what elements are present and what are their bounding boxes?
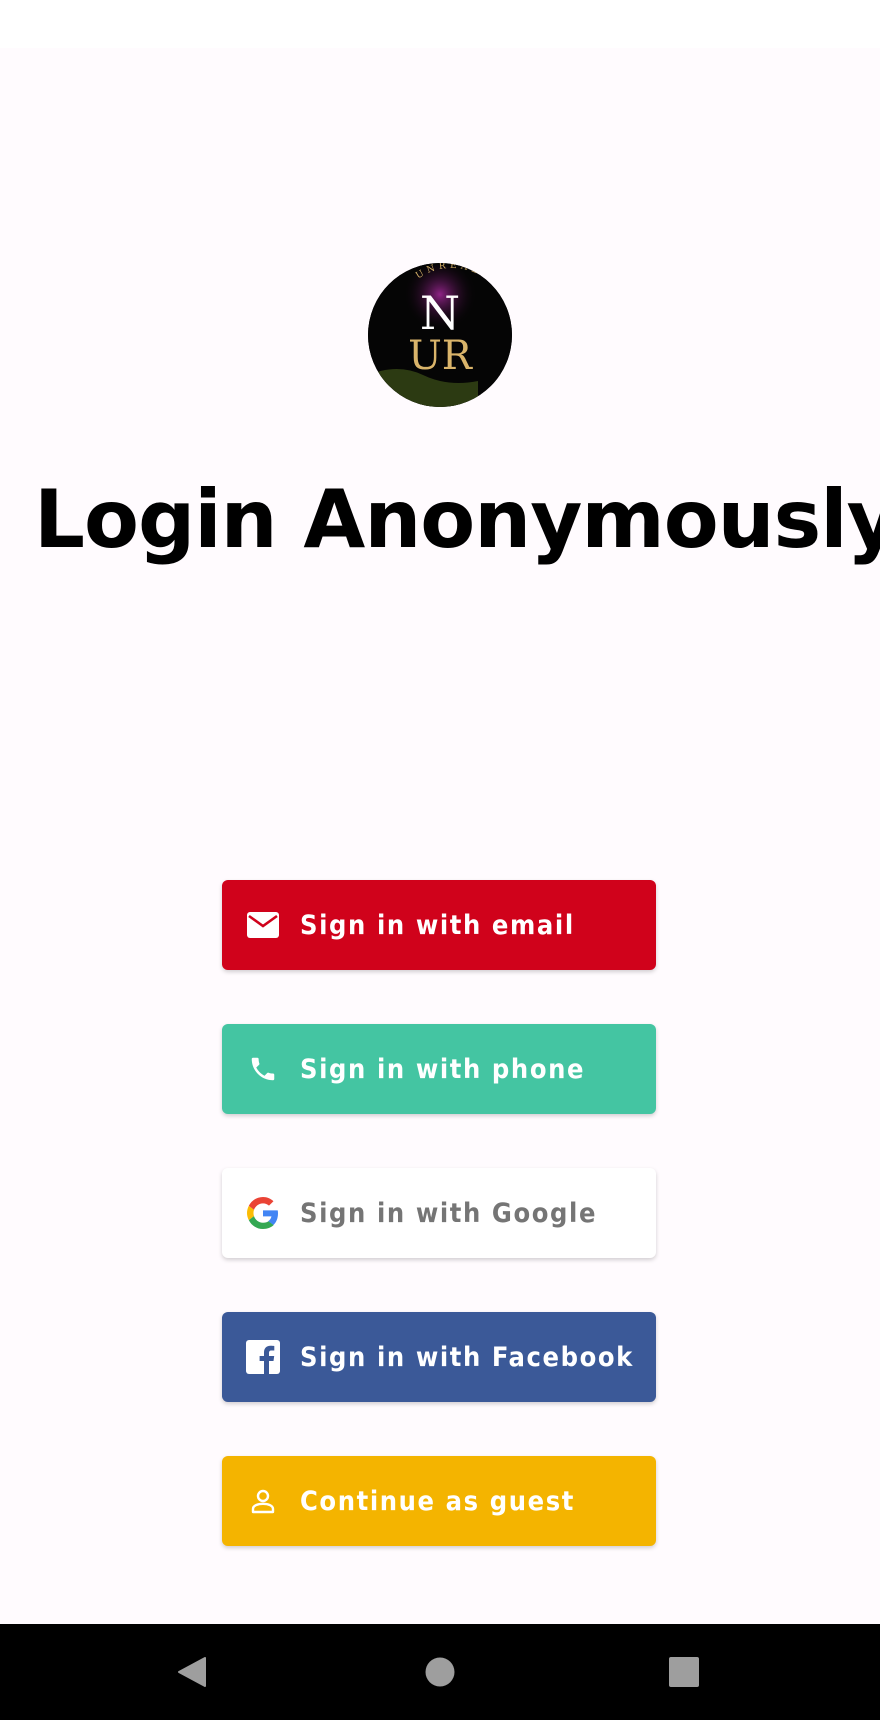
sign-in-phone-label: Sign in with phone: [300, 1053, 586, 1085]
continue-as-guest-label: Continue as guest: [300, 1485, 576, 1517]
facebook-icon: [246, 1340, 280, 1374]
navigation-bar: [0, 1624, 880, 1720]
back-button[interactable]: [144, 1624, 240, 1720]
sign-in-email-label: Sign in with email: [300, 909, 575, 941]
app-logo: UNREALNET N UR: [368, 263, 512, 407]
home-button[interactable]: [392, 1624, 488, 1720]
sign-in-facebook-label: Sign in with Facebook: [300, 1341, 634, 1373]
google-icon: [246, 1196, 280, 1230]
logo-image: UNREALNET N UR: [368, 263, 512, 407]
sign-in-phone-button[interactable]: Sign in with phone: [222, 1024, 656, 1114]
recents-icon: [669, 1657, 699, 1687]
back-icon: [178, 1657, 206, 1687]
sign-in-facebook-button[interactable]: Sign in with Facebook: [222, 1312, 656, 1402]
page-title: Login Anonymously: [34, 473, 880, 566]
phone-icon: [246, 1052, 280, 1086]
home-icon: [425, 1657, 455, 1687]
sign-in-google-label: Sign in with Google: [300, 1197, 598, 1229]
recents-button[interactable]: [636, 1624, 732, 1720]
person-icon: [246, 1484, 280, 1518]
svg-text:UR: UR: [408, 333, 474, 379]
status-bar: [0, 0, 880, 48]
sign-in-email-button[interactable]: Sign in with email: [222, 880, 656, 970]
svg-text:N: N: [420, 286, 460, 340]
auth-button-list: Sign in with email Sign in with phone Si…: [222, 880, 656, 1600]
email-icon: [246, 908, 280, 942]
continue-as-guest-button[interactable]: Continue as guest: [222, 1456, 656, 1546]
sign-in-google-button[interactable]: Sign in with Google: [222, 1168, 656, 1258]
